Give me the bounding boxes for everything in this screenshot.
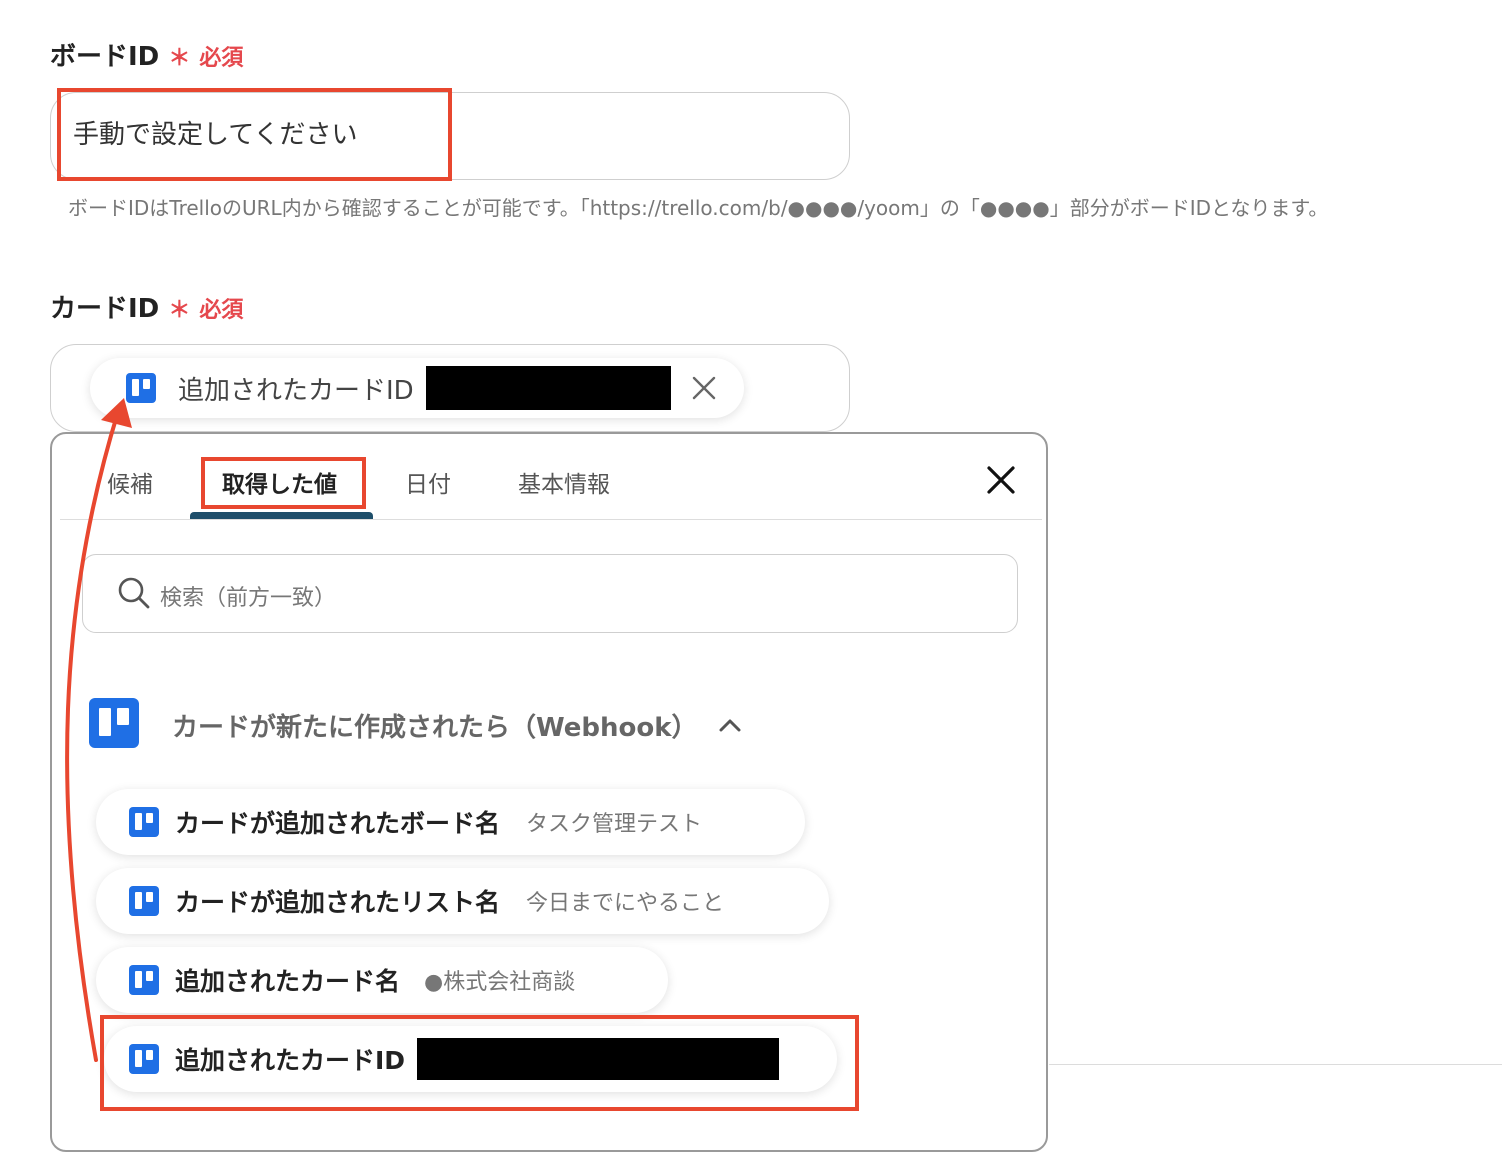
arrow-annotation: [65, 398, 132, 1062]
